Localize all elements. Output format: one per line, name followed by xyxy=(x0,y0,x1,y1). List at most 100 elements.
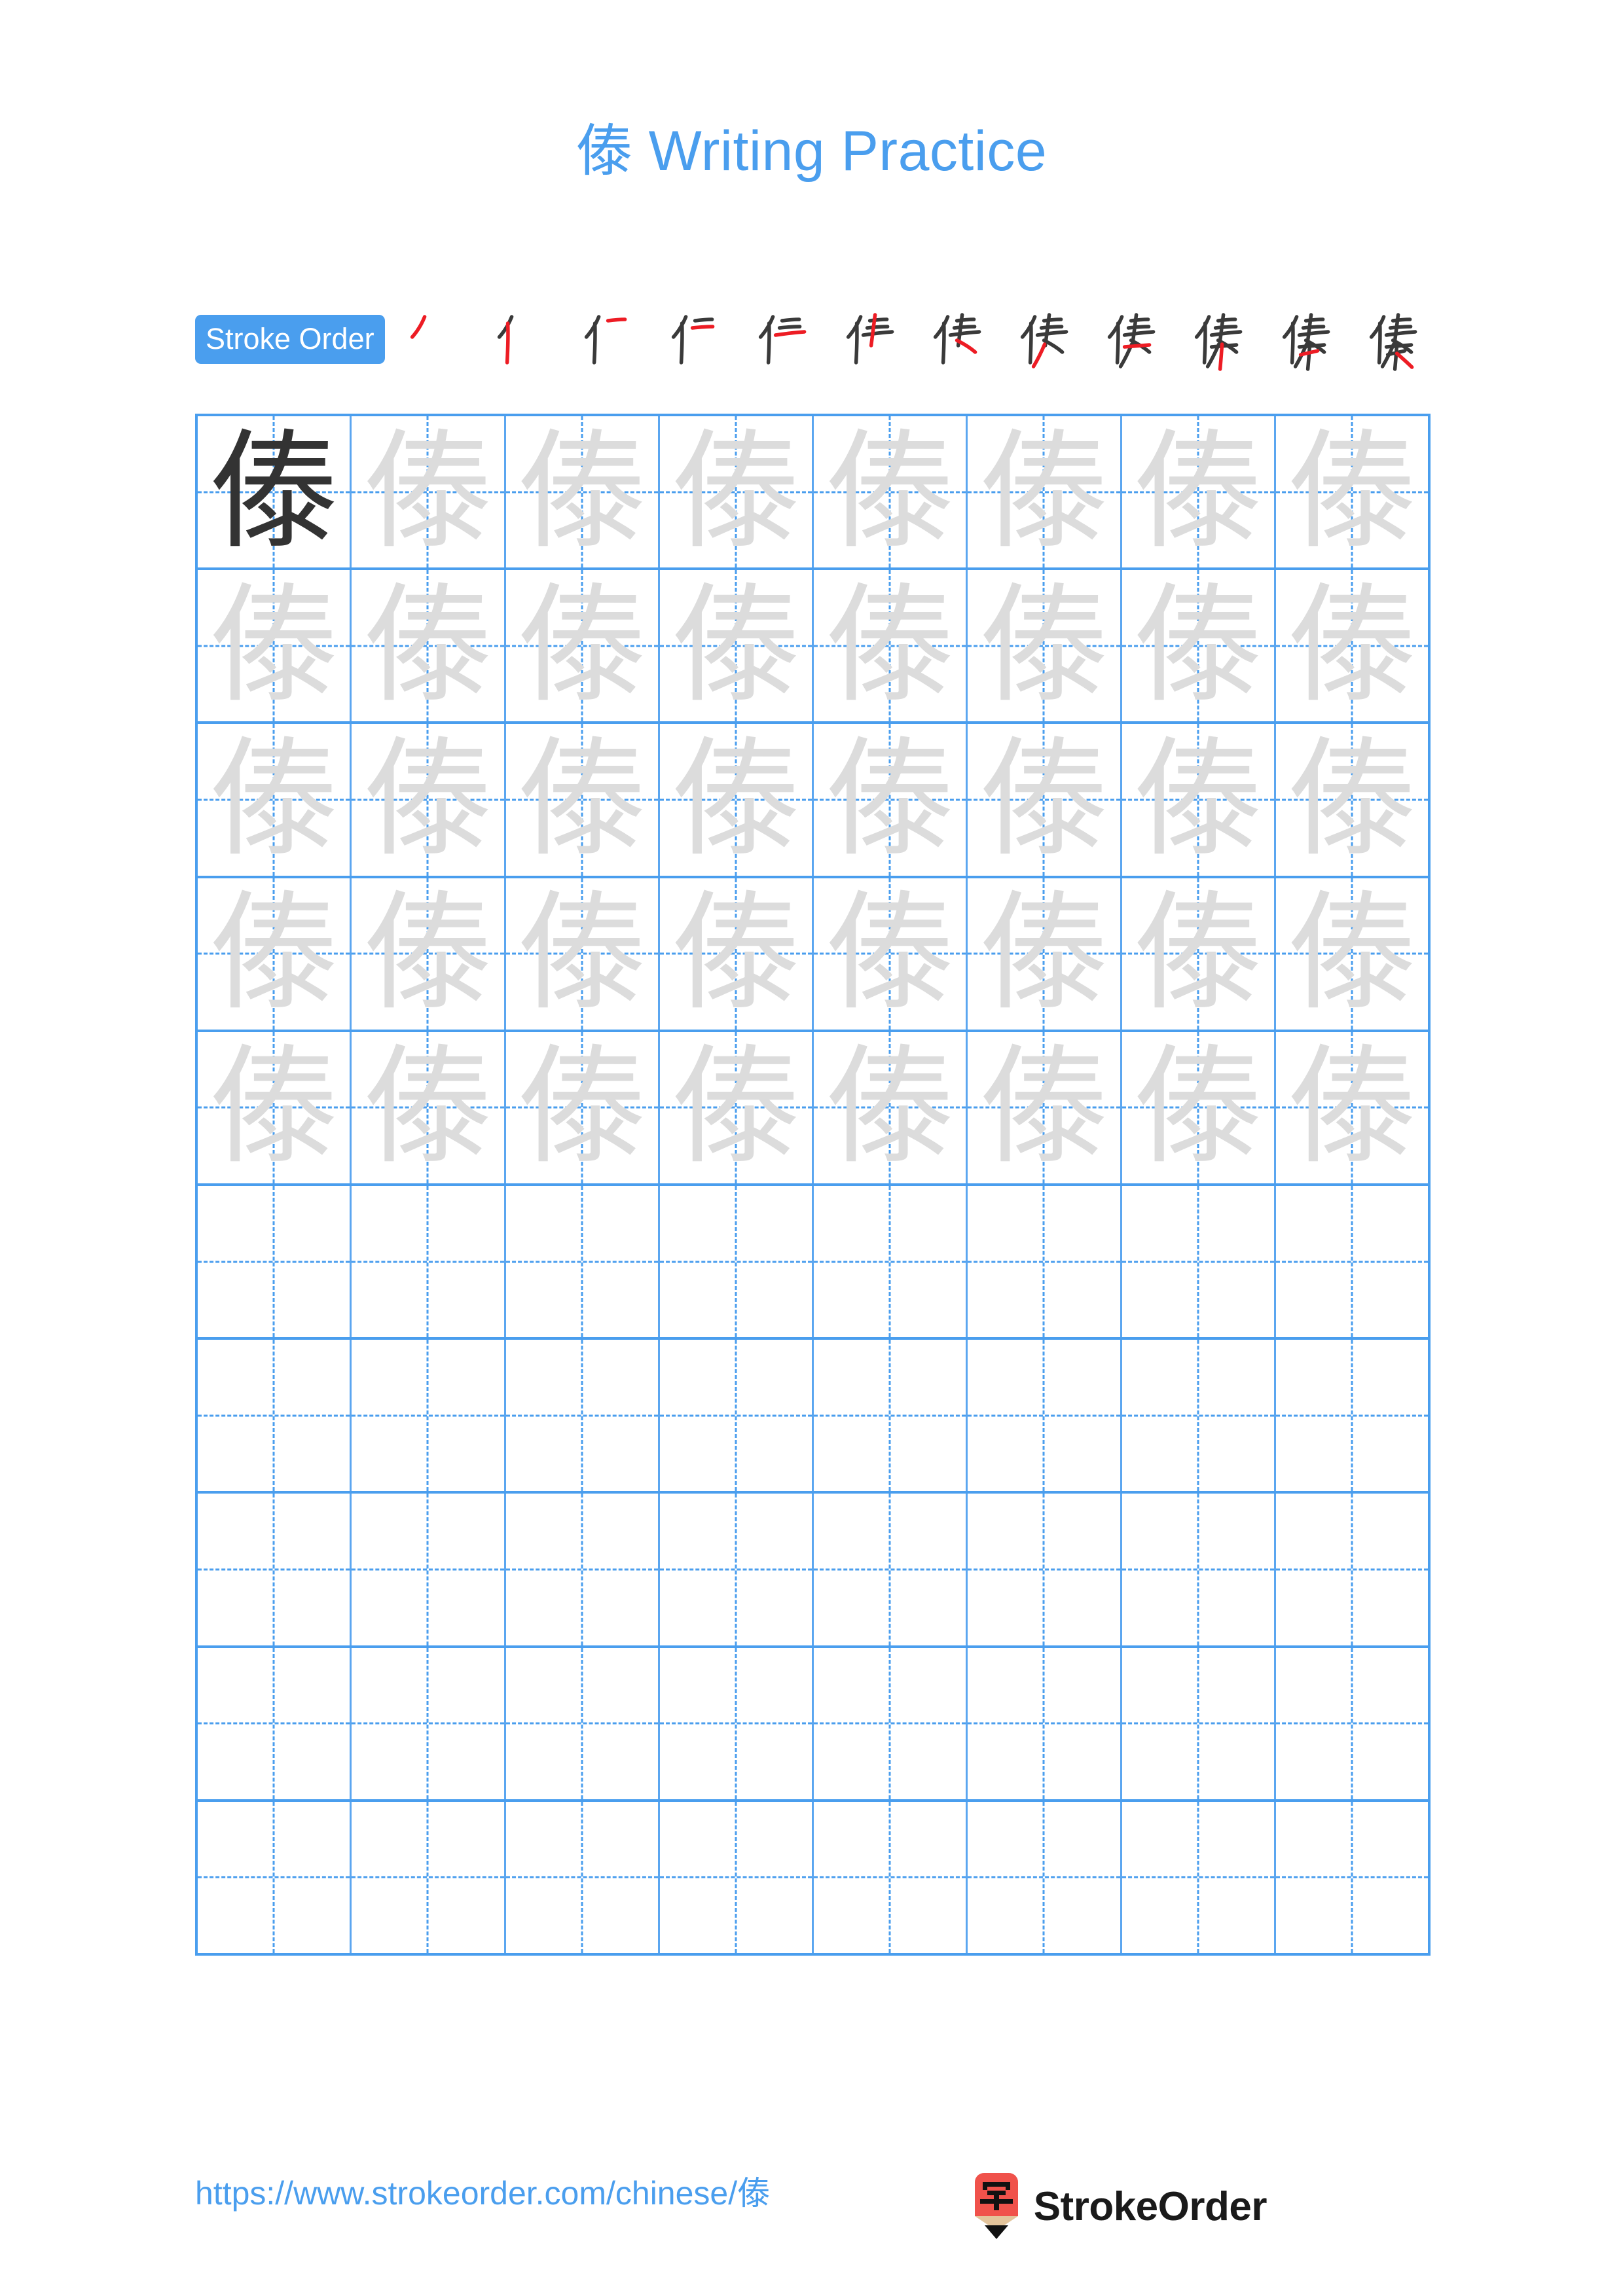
stroke-step-4 xyxy=(647,306,735,372)
practice-cell[interactable]: 傣 xyxy=(1122,1031,1276,1184)
practice-cell[interactable]: 傣 xyxy=(352,1031,506,1184)
practice-cell[interactable] xyxy=(968,1186,1122,1338)
practice-cell[interactable] xyxy=(660,1494,814,1645)
practice-cell[interactable] xyxy=(814,1494,968,1645)
trace-character: 傣 xyxy=(826,879,955,1029)
trace-character: 傣 xyxy=(1287,725,1416,874)
practice-cell[interactable] xyxy=(352,1801,506,1954)
practice-cell[interactable] xyxy=(198,1647,352,1799)
practice-cell[interactable] xyxy=(1276,1648,1428,1799)
practice-cell[interactable]: 傣 xyxy=(198,416,352,568)
practice-cell[interactable]: 傣 xyxy=(660,878,814,1030)
practice-cell[interactable] xyxy=(506,1186,660,1338)
stroke-step-2 xyxy=(473,306,560,372)
practice-cell[interactable] xyxy=(352,1647,506,1799)
practice-cell[interactable]: 傣 xyxy=(506,724,660,876)
practice-cell[interactable] xyxy=(506,1340,660,1492)
practice-cell[interactable] xyxy=(506,1647,660,1799)
practice-cell[interactable] xyxy=(198,1186,352,1338)
practice-cell[interactable]: 傣 xyxy=(814,1031,968,1184)
practice-cell[interactable] xyxy=(1122,1186,1276,1338)
trace-character: 傣 xyxy=(517,725,646,874)
practice-cell[interactable] xyxy=(1122,1647,1276,1799)
practice-cell[interactable] xyxy=(814,1801,968,1954)
practice-cell[interactable] xyxy=(1276,1494,1428,1645)
practice-cell[interactable]: 傣 xyxy=(660,416,814,568)
practice-cell[interactable] xyxy=(660,1647,814,1799)
practice-cell[interactable]: 傣 xyxy=(814,878,968,1030)
practice-cell[interactable] xyxy=(660,1186,814,1338)
practice-cell[interactable] xyxy=(968,1647,1122,1799)
practice-cell[interactable]: 傣 xyxy=(1276,878,1428,1030)
practice-cell[interactable] xyxy=(1276,1340,1428,1491)
practice-cell[interactable] xyxy=(352,1186,506,1338)
trace-character: 傣 xyxy=(979,879,1108,1029)
practice-cell[interactable]: 傣 xyxy=(814,416,968,568)
practice-cell[interactable]: 傣 xyxy=(352,878,506,1030)
trace-character: 傣 xyxy=(210,1033,338,1183)
practice-cell[interactable]: 傣 xyxy=(352,416,506,568)
practice-cell[interactable] xyxy=(968,1801,1122,1954)
practice-cell[interactable] xyxy=(814,1340,968,1492)
practice-cell[interactable]: 傣 xyxy=(968,1031,1122,1184)
practice-cell[interactable]: 傣 xyxy=(1122,570,1276,722)
stroke-step-1 xyxy=(386,306,473,372)
stroke-step-8 xyxy=(996,306,1084,372)
practice-cell[interactable]: 傣 xyxy=(660,1031,814,1184)
practice-cell[interactable]: 傣 xyxy=(1276,724,1428,875)
practice-cell[interactable]: 傣 xyxy=(1276,416,1428,567)
practice-cell[interactable] xyxy=(352,1494,506,1645)
practice-cell[interactable] xyxy=(198,1340,352,1492)
practice-cell[interactable]: 傣 xyxy=(968,724,1122,876)
trace-character: 傣 xyxy=(363,725,492,874)
practice-cell[interactable]: 傣 xyxy=(506,570,660,722)
practice-cell[interactable] xyxy=(352,1340,506,1492)
practice-cell[interactable]: 傣 xyxy=(1276,1032,1428,1183)
practice-cell[interactable]: 傣 xyxy=(506,416,660,568)
practice-cell[interactable]: 傣 xyxy=(814,724,968,876)
practice-grid: 傣傣傣傣傣傣傣傣傣傣傣傣傣傣傣傣傣傣傣傣傣傣傣傣傣傣傣傣傣傣傣傣傣傣傣傣傣傣傣傣 xyxy=(195,414,1431,1956)
practice-cell[interactable] xyxy=(198,1801,352,1954)
footer-url-link[interactable]: https://www.strokeorder.com/chinese/傣 xyxy=(195,2173,770,2214)
practice-cell[interactable]: 傣 xyxy=(198,1031,352,1184)
practice-cell[interactable] xyxy=(1276,1802,1428,1953)
practice-cell[interactable]: 傣 xyxy=(198,570,352,722)
trace-character: 傣 xyxy=(826,1033,955,1183)
practice-cell[interactable]: 傣 xyxy=(660,724,814,876)
trace-character: 傣 xyxy=(1133,725,1262,874)
practice-cell[interactable]: 傣 xyxy=(506,1031,660,1184)
practice-cell[interactable] xyxy=(660,1801,814,1954)
trace-character: 傣 xyxy=(979,1033,1108,1183)
practice-cell[interactable] xyxy=(1122,1494,1276,1645)
practice-cell[interactable] xyxy=(1276,1186,1428,1337)
page-title-suffix: Writing Practice xyxy=(632,120,1048,183)
practice-cell[interactable]: 傣 xyxy=(968,570,1122,722)
stroke-order-steps xyxy=(386,306,1432,372)
practice-cell[interactable] xyxy=(814,1647,968,1799)
practice-cell[interactable] xyxy=(1122,1340,1276,1492)
practice-cell[interactable]: 傣 xyxy=(352,570,506,722)
practice-cell[interactable]: 傣 xyxy=(198,878,352,1030)
practice-cell[interactable] xyxy=(660,1340,814,1492)
trace-character: 傣 xyxy=(363,571,492,721)
practice-cell[interactable] xyxy=(968,1494,1122,1645)
practice-cell[interactable]: 傣 xyxy=(1122,878,1276,1030)
practice-cell[interactable]: 傣 xyxy=(1122,724,1276,876)
trace-character: 傣 xyxy=(363,417,492,567)
grid-row: 傣傣傣傣傣傣傣傣 xyxy=(198,878,1428,1032)
practice-cell[interactable] xyxy=(814,1186,968,1338)
practice-cell[interactable] xyxy=(1122,1801,1276,1954)
practice-cell[interactable] xyxy=(506,1494,660,1645)
practice-cell[interactable]: 傣 xyxy=(814,570,968,722)
practice-cell[interactable] xyxy=(968,1340,1122,1492)
practice-cell[interactable]: 傣 xyxy=(352,724,506,876)
practice-cell[interactable]: 傣 xyxy=(660,570,814,722)
practice-cell[interactable] xyxy=(198,1494,352,1645)
practice-cell[interactable]: 傣 xyxy=(506,878,660,1030)
practice-cell[interactable]: 傣 xyxy=(1276,570,1428,721)
practice-cell[interactable]: 傣 xyxy=(968,416,1122,568)
practice-cell[interactable]: 傣 xyxy=(968,878,1122,1030)
practice-cell[interactable]: 傣 xyxy=(1122,416,1276,568)
practice-cell[interactable]: 傣 xyxy=(198,724,352,876)
practice-cell[interactable] xyxy=(506,1801,660,1954)
